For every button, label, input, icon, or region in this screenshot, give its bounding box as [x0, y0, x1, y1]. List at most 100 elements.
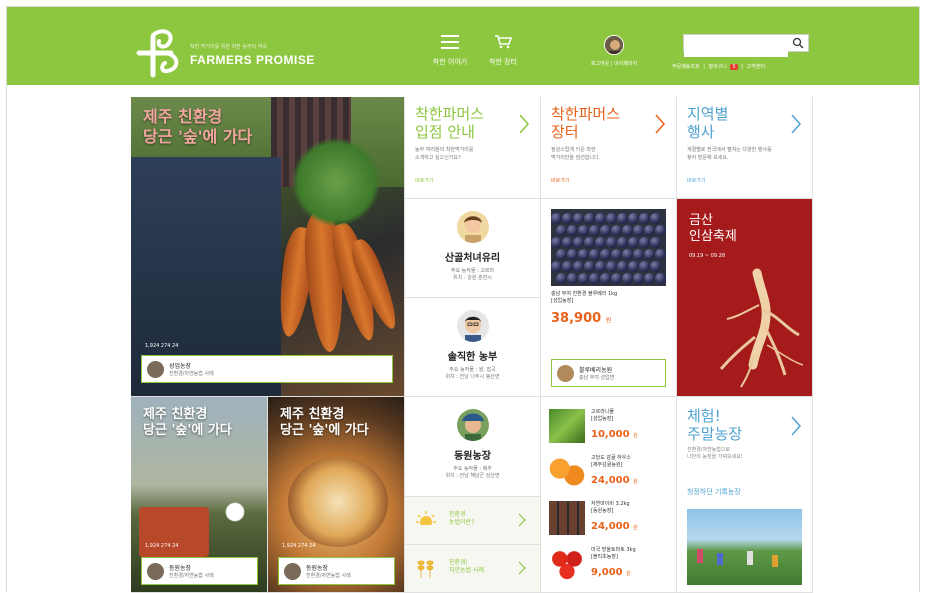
- price-value: 24,000: [591, 521, 630, 532]
- mini-product[interactable]: 고당도 감귤 하우스 [제주감귤농원] 24,000 원: [549, 455, 674, 493]
- cart-count-badge: 5: [730, 64, 738, 70]
- berry-shape: [562, 237, 573, 248]
- farm-chip[interactable]: 동원농장 친환경/자연농법 사례: [141, 557, 258, 585]
- market-go-link[interactable]: 바로가기: [551, 177, 569, 184]
- join-info-tile[interactable]: 착한파머스 입점 안내 농부 여러분의 착한먹거리를 소개하고 싶으신가요? 바…: [405, 97, 541, 199]
- berry-shape: [628, 213, 639, 224]
- user-face-icon: [605, 36, 623, 54]
- product-card[interactable]: 충남 부여 친환경 블루베리 1kg [성업농장] 38,900 원 블루베리농…: [541, 199, 677, 397]
- cart-icon: [495, 35, 513, 49]
- berry-shape: [600, 273, 611, 284]
- berry-shape: [650, 261, 661, 272]
- berry-shape: [639, 213, 650, 224]
- farm-chip[interactable]: 동원농장 친환경/자연농법 사례: [278, 557, 395, 585]
- hero-story-card[interactable]: 제주 친환경 당근 '숲'에 가다 1,924 274 24 성업농장 친환경/…: [131, 97, 405, 397]
- berry-shape: [578, 249, 589, 260]
- farm-name: 성업농장: [169, 363, 192, 370]
- berry-shape: [589, 249, 600, 260]
- nav-market-label: 착한 장터: [489, 58, 517, 66]
- farmer-meta: 주요 농작물 : 배추 위치 : 전남 해남군 삼산면: [445, 466, 500, 479]
- mini-product[interactable]: 자연마이비 3.2kg [동원농장] 24,000 원: [549, 501, 674, 539]
- brand-name[interactable]: FARMERS PROMISE: [190, 53, 315, 67]
- join-go-link[interactable]: 바로가기: [415, 177, 433, 184]
- tangerine-thumb: [549, 455, 585, 489]
- story-stats: 1,924 274 24: [145, 543, 179, 549]
- side-link-eco[interactable]: 친환경 농법이란?: [405, 497, 541, 545]
- berry-shape: [606, 261, 617, 272]
- berry-shape: [622, 225, 633, 236]
- chevron-right-icon: [655, 114, 666, 134]
- experience-card[interactable]: 체험! 주말농장 친환경/자연농법으로 나만의 농장을 가꿔보세요! 청정하던 …: [677, 397, 813, 593]
- market-title: 착한파머스 장터: [551, 105, 621, 141]
- brand-tagline: 착한 먹거리를 위한 착한 농부의 약속: [190, 44, 267, 50]
- search-input[interactable]: [684, 40, 788, 57]
- festival-card[interactable]: 금산 인삼축제 09.19 ~ 09.28: [677, 199, 813, 397]
- berry-shape: [644, 249, 655, 260]
- tomato-thumb: [549, 547, 585, 581]
- cart-link[interactable]: 장바구니: [708, 64, 726, 70]
- join-title: 착한파머스 입점 안내: [415, 105, 485, 141]
- event-info-tile[interactable]: 지역별 행사 계절별로 전국에서 펼쳐는 다양한 행사를 찾아 방문해 보세요.…: [677, 97, 813, 199]
- berry-shape: [606, 213, 617, 224]
- side-link-cases[interactable]: 친환경/ 자연농법 사례: [405, 545, 541, 593]
- farm-subtitle: 친환경/자연농법 사례: [169, 371, 214, 377]
- hero-farm-chip[interactable]: 성업농장 친환경/자연농법 사례: [141, 355, 393, 383]
- farmer-card[interactable]: 동원농장 주요 농작물 : 배추 위치 : 전남 해남군 삼산면: [405, 397, 541, 497]
- experience-link[interactable]: 청정하던 기록농장: [687, 487, 741, 497]
- berry-shape: [573, 213, 584, 224]
- berry-shape: [584, 261, 595, 272]
- mini-product[interactable]: 미국 방울토마토 3kg [블리초농장] 9,000 원: [549, 547, 674, 585]
- product-name: 충남 부여 친환경 블루베리 1kg [성업농장]: [551, 291, 618, 304]
- berry-shape: [633, 225, 644, 236]
- event-go-link[interactable]: 바로가기: [687, 177, 705, 184]
- support-link[interactable]: 고객센터: [747, 64, 765, 70]
- seller-chip[interactable]: 블루베리농원 충남 부여 성업면: [551, 359, 666, 387]
- berry-shape: [655, 273, 666, 284]
- market-info-tile[interactable]: 착한파머스 장터 정성스럽게 키운 착한 먹거리만을 엄선합니다. 바로가기: [541, 97, 677, 199]
- nav-story[interactable]: 착한 이야기: [420, 35, 480, 67]
- berry-shape: [567, 273, 578, 284]
- user-avatar[interactable]: [604, 35, 624, 55]
- berry-shape: [556, 273, 567, 284]
- berry-shape: [573, 237, 584, 248]
- price-value: 24,000: [591, 475, 630, 486]
- side-link-label: 친환경/ 자연농법 사례: [449, 559, 485, 574]
- sun-icon: [415, 511, 437, 531]
- search-icon[interactable]: [792, 37, 804, 49]
- greens-thumb: [549, 409, 585, 443]
- berry-shape: [633, 249, 644, 260]
- side-link-label: 친환경 농법이란?: [449, 511, 475, 526]
- berry-shape: [628, 261, 639, 272]
- chevron-right-icon: [518, 513, 526, 527]
- farmer-card[interactable]: 솔직한 농부 주요 농작물 : 쌀, 잡곡 위치 : 전남 나주시 봉산면: [405, 298, 541, 397]
- produce-box-thumb: [549, 501, 585, 535]
- mini-product[interactable]: 고르라니물 [성업농장] 10,000 원: [549, 409, 674, 447]
- seller-name: 블루베리농원: [579, 367, 613, 374]
- mini-product-name: 고당도 감귤 하우스 [제주감귤농원]: [591, 455, 631, 468]
- berry-shape: [639, 237, 650, 248]
- berry-shape: [578, 225, 589, 236]
- site-header: 착한 먹거리를 위한 착한 농부의 약속 FARMERS PROMISE 착한 …: [7, 7, 919, 85]
- berry-shape: [573, 261, 584, 272]
- berry-shape: [556, 225, 567, 236]
- farm-subtitle: 친환경/자연농법 사례: [306, 573, 351, 579]
- mini-product-name: 미국 방울토마토 3kg [블리초농장]: [591, 547, 636, 560]
- farm-avatar: [147, 361, 164, 378]
- seller-avatar: [557, 365, 574, 382]
- story-title: 제주 친환경 당근 '숲'에 가다: [280, 407, 369, 438]
- order-tracking-link[interactable]: 주문배송조회: [672, 64, 700, 70]
- chevron-right-icon: [519, 114, 530, 134]
- berry-shape: [644, 225, 655, 236]
- mini-product-price: 24,000 원: [591, 475, 638, 486]
- page: 착한 먹거리를 위한 착한 농부의 약속 FARMERS PROMISE 착한 …: [6, 6, 920, 593]
- user-links[interactable]: 로그아웃 | 마이페이지: [569, 60, 659, 67]
- story-card-small[interactable]: 제주 친환경 당근 '숲'에 가다 1,924 274 24 동원농장 친환경/…: [131, 397, 268, 593]
- farmers-promise-logo-icon[interactable]: [135, 29, 185, 79]
- story-card-small[interactable]: 제주 친환경 당근 '숲'에 가다 1,924 274 24 동원농장 친환경/…: [268, 397, 405, 593]
- farmer-card[interactable]: 산골처녀유리 주요 농작물 : 고르라 위치 : 강원 춘천시: [405, 199, 541, 298]
- wheat-icon: [417, 560, 434, 578]
- chevron-right-icon: [518, 561, 526, 575]
- berry-shape: [655, 249, 666, 260]
- nav-market[interactable]: 착한 장터: [473, 35, 533, 67]
- berry-shape: [600, 249, 611, 260]
